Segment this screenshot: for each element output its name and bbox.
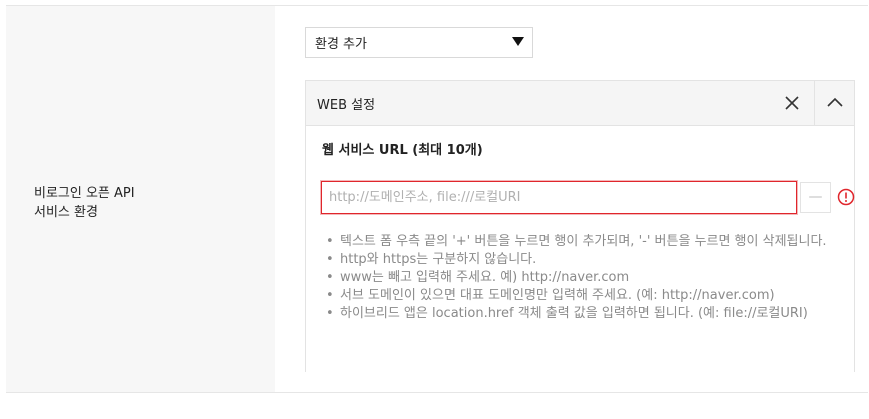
url-field-title: 웹 서비스 URL (최대 10개) xyxy=(322,143,483,158)
help-item: www는 빼고 입력해 주세요. 예) http://naver.com xyxy=(326,269,836,287)
remove-row-button[interactable]: — xyxy=(800,182,831,213)
environment-select[interactable]: 환경 추가 xyxy=(305,27,533,58)
label-column: 비로그인 오픈 API 서비스 환경 xyxy=(6,6,275,392)
help-item: 하이브리드 앱은 location.href 객체 출력 값을 입력하면 됩니다… xyxy=(326,305,836,323)
help-item: http와 https는 구분하지 않습니다. xyxy=(326,251,836,269)
collapse-panel-button[interactable] xyxy=(814,81,854,125)
environment-select-value: 환경 추가 xyxy=(315,37,367,52)
help-list: 텍스트 폼 우측 끝의 '+' 버튼을 누르면 행이 추가되며, '-' 버튼을… xyxy=(326,233,836,323)
error-icon xyxy=(837,188,855,206)
panel-title: WEB 설정 xyxy=(317,98,376,113)
chevron-up-icon xyxy=(827,97,843,107)
help-item: 서브 도메인이 있으면 대표 도메인명만 입력해 주세요. (예: http:/… xyxy=(326,287,836,305)
close-panel-button[interactable] xyxy=(772,81,812,125)
web-service-url-input[interactable] xyxy=(321,181,797,214)
section-label: 비로그인 오픈 API 서비스 환경 xyxy=(34,184,234,222)
panel-header: WEB 설정 xyxy=(306,81,854,126)
section-label-line1: 비로그인 오픈 API xyxy=(34,186,135,201)
bottom-divider xyxy=(6,392,868,393)
close-icon xyxy=(785,96,799,110)
web-settings-panel: WEB 설정 웹 서비스 URL (최대 10개) — 텍스트 폼 우측 끝의 … xyxy=(305,80,855,372)
help-item: 텍스트 폼 우측 끝의 '+' 버튼을 누르면 행이 추가되며, '-' 버튼을… xyxy=(326,233,836,251)
caret-down-icon xyxy=(512,37,524,46)
section-label-line2: 서비스 환경 xyxy=(34,205,98,220)
